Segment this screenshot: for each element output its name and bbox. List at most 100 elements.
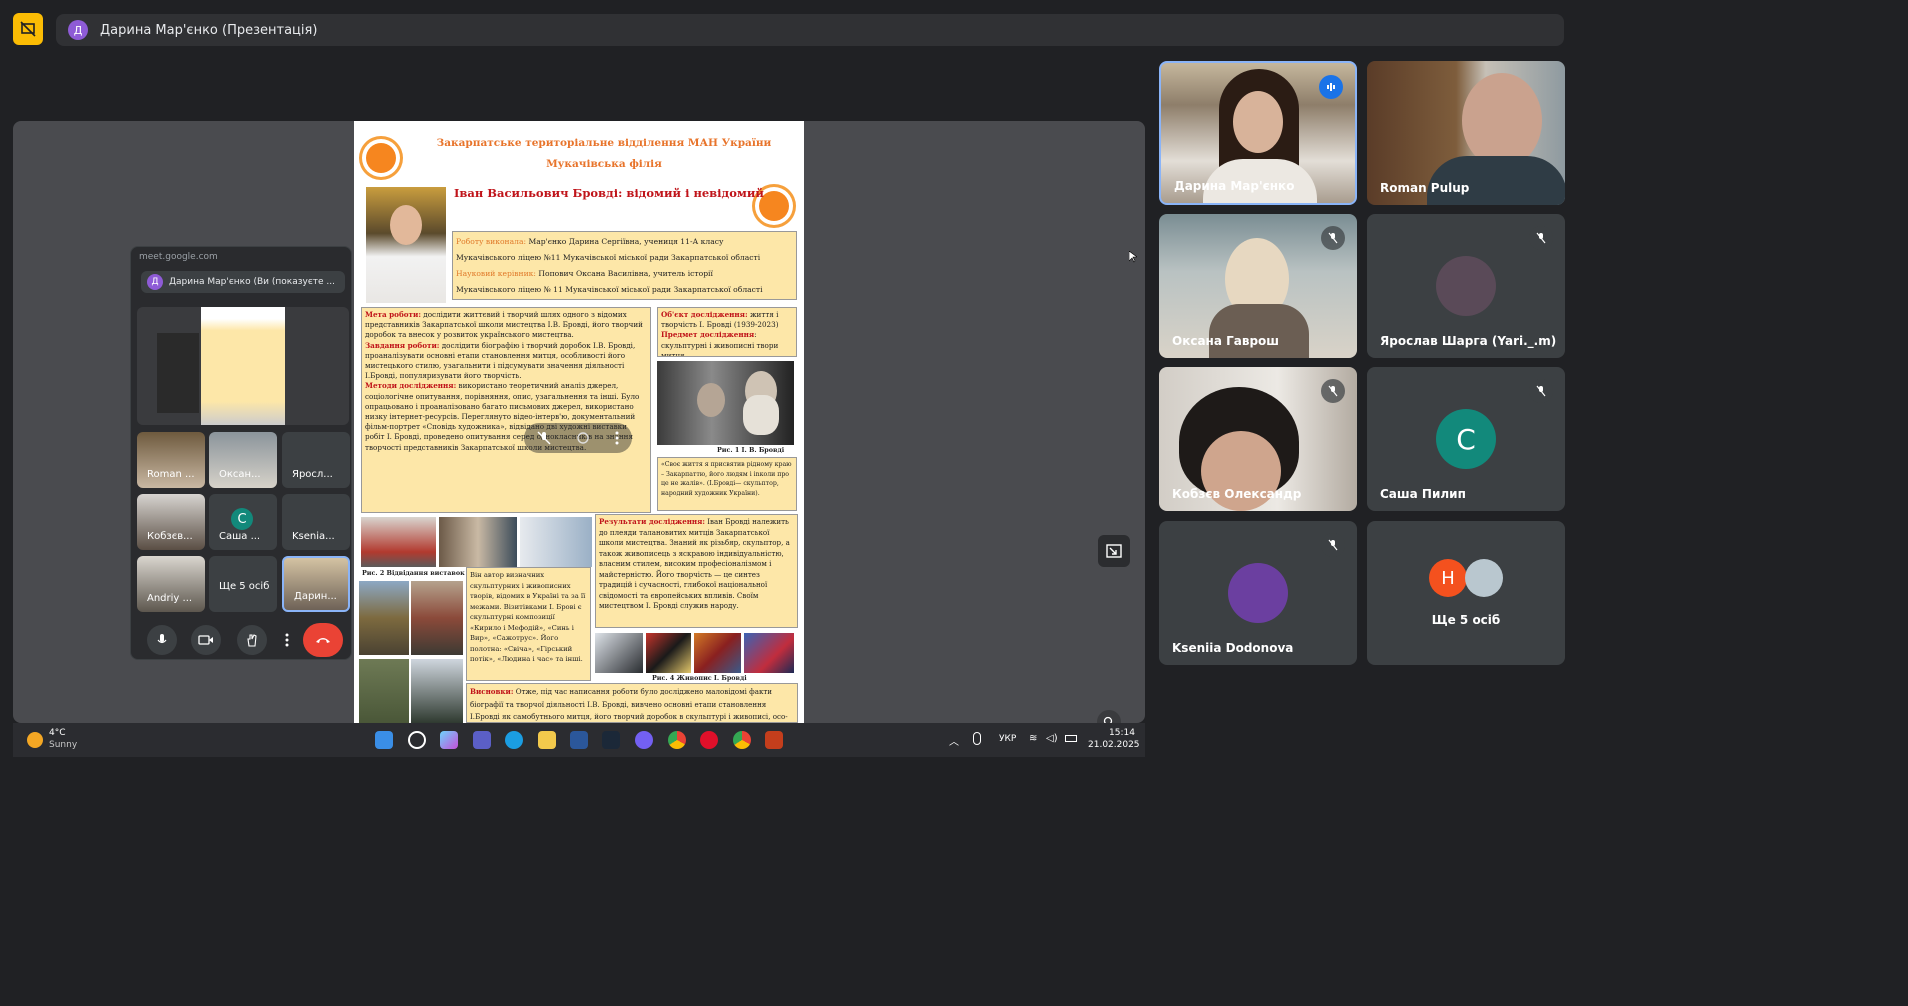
stop-presenting-button[interactable] (13, 13, 43, 45)
tile-more-participants[interactable]: H Ще 5 осіб (1367, 521, 1565, 665)
mic-off-icon[interactable] (537, 431, 551, 445)
picture-in-picture-button[interactable] (1098, 535, 1130, 567)
zoom-button[interactable] (1097, 710, 1121, 723)
copilot-icon[interactable] (440, 731, 458, 749)
pip-icon (1106, 544, 1122, 558)
teams-icon[interactable] (473, 731, 491, 749)
mini-more-button[interactable] (277, 625, 297, 655)
tile-sasha[interactable]: С Саша Пилип (1367, 367, 1565, 511)
chrome-icon[interactable] (668, 731, 686, 749)
end-call-icon (316, 638, 330, 643)
tile-kseniia[interactable]: Kseniia Dodonova (1159, 521, 1357, 665)
participant-name: Дарина Мар'єнко (1174, 179, 1295, 193)
subject-text: Предмет дослідження: скульптурні і живоп… (661, 330, 779, 357)
mini-tile-andriy[interactable]: Andriy ... (137, 556, 205, 612)
slide-title: Іван Васильович Бровді: відомий і невідо… (454, 186, 764, 200)
authors-line: Науковий керівник: Попович Оксана Василі… (456, 269, 713, 278)
participant-name: Кобзєв Олександр (1172, 487, 1302, 501)
mini-tile-roman[interactable]: Roman ... (137, 432, 205, 488)
speaking-indicator-icon (1319, 75, 1343, 99)
wifi-icon[interactable]: ≋ (1029, 733, 1037, 744)
mini-sasha-avatar: С (231, 508, 253, 530)
mini-tile-name: Саша ... (219, 531, 261, 542)
clock-date[interactable]: 21.02.2025 (1088, 740, 1140, 750)
mini-tile-sasha[interactable]: С Саша ... (209, 494, 277, 550)
edge-icon[interactable] (505, 731, 523, 749)
sculpture-photo-4 (411, 659, 463, 723)
muted-icon (1321, 533, 1345, 557)
results-box: Результати дослідження: Іван Бровді нале… (595, 514, 798, 628)
sculpture-photo-3 (359, 659, 409, 723)
aims-box: Мета роботи: дослідити життєвий і творчи… (361, 307, 651, 513)
mini-tile-kseniia[interactable]: Ksenia... (282, 494, 350, 550)
mini-camera-button[interactable] (191, 625, 221, 655)
object-box: Об'єкт дослідження: життя і творчість І.… (657, 307, 797, 357)
muted-icon (1321, 226, 1345, 250)
tile-kobzev[interactable]: Кобзєв Олександр (1159, 367, 1357, 511)
mini-tile-name: Andriy ... (147, 593, 193, 604)
mini-tile-yaroslav[interactable]: Яросл... (282, 432, 350, 488)
more-participants-label: Ще 5 осіб (1431, 613, 1501, 627)
steam-icon[interactable] (602, 731, 620, 749)
tile-oksana[interactable]: Оксана Гаврош (1159, 214, 1357, 358)
fig1-caption: Рис. 1 І. В. Бровді (717, 446, 785, 454)
exhibition-photo-2 (439, 517, 517, 567)
muted-icon (1321, 379, 1345, 403)
mini-mic-button[interactable] (147, 625, 177, 655)
visual-effects-icon[interactable] (576, 431, 590, 445)
volume-icon[interactable]: ◁) (1046, 733, 1058, 744)
search-icon[interactable] (408, 731, 426, 749)
presenter-avatar: Д (68, 20, 88, 40)
tray-chevron-icon[interactable]: ︿ (949, 733, 959, 748)
chrome-active-icon[interactable] (733, 731, 751, 749)
authors-line: Мукачівського ліцею №11 Мукачівської міс… (456, 253, 761, 262)
sasha-avatar: С (1436, 409, 1496, 469)
keyboard-language[interactable]: УКР (999, 734, 1016, 744)
participant-name: Roman Pulup (1380, 181, 1470, 195)
tile-darina[interactable]: Дарина Мар'єнко (1159, 61, 1357, 205)
powerpoint-icon[interactable] (765, 731, 783, 749)
word-icon[interactable] (570, 731, 588, 749)
mini-tile-oksana[interactable]: Оксан... (209, 432, 277, 488)
mini-leave-call-button[interactable] (303, 623, 343, 657)
painting-2 (646, 633, 691, 673)
participant-name: Саша Пилип (1380, 487, 1466, 501)
viber-icon[interactable] (635, 731, 653, 749)
mini-tile-more[interactable]: Ще 5 осіб (209, 556, 277, 612)
mic-icon (157, 634, 167, 644)
battery-icon[interactable] (1065, 735, 1077, 742)
present-off-icon (20, 21, 36, 37)
authors-line: Мукачівського ліцею № 11 Мукачівської мі… (456, 285, 763, 294)
mini-tile-name: Ksenia... (292, 531, 335, 542)
slide-overlay-controls[interactable] (524, 423, 632, 453)
mini-tile-kobzev[interactable]: Кобзєв... (137, 494, 205, 550)
participant-name: Ярослав Шарга (Yari._.m) (1380, 334, 1557, 348)
explorer-icon[interactable] (538, 731, 556, 749)
mini-presentation-chip[interactable]: Д Дарина Мар'єнко (Ви (показуєте ... (141, 271, 345, 293)
opera-icon[interactable] (700, 731, 718, 749)
authors-box: Роботу виконала: Мар'єнко Дарина Сергіїв… (452, 231, 797, 300)
clock-time[interactable]: 15:14 (1109, 728, 1135, 738)
tile-yaroslav[interactable]: Ярослав Шарга (Yari._.m) (1367, 214, 1565, 358)
zoom-in-icon (1103, 716, 1113, 723)
mini-meet-window[interactable]: meet.google.com Д Дарина Мар'єнко (Ви (п… (130, 246, 352, 660)
fig2-caption: Рис. 2 Відвідання виставок (362, 569, 465, 577)
object-text: Об'єкт дослідження: життя і творчість І.… (661, 310, 779, 330)
tile-roman[interactable]: Roman Pulup (1367, 61, 1565, 205)
mini-raise-hand-button[interactable] (237, 625, 267, 655)
mouse-cursor-icon (1129, 251, 1137, 263)
presentation-chip[interactable]: Д Дарина Мар'єнко (Презентація) (56, 14, 1564, 46)
tasks-text: Завдання роботи: дослідити біографію і т… (365, 340, 636, 381)
fig4-caption: Рис. 4 Живопис І. Бровді (652, 674, 747, 682)
authors-line: Роботу виконала: Мар'єнко Дарина Сергіїв… (456, 237, 724, 246)
sculpture-photo-1 (359, 581, 409, 655)
mini-tile-darina[interactable]: Дарин... (282, 556, 350, 612)
tray-mic-icon[interactable] (973, 732, 981, 745)
start-icon[interactable] (375, 731, 393, 749)
painting-4 (744, 633, 794, 673)
mini-tile-name: Roman ... (147, 469, 195, 480)
more-vert-icon[interactable] (615, 431, 619, 445)
conclusions-box: Висновки: Отже, під час написання роботи… (466, 683, 798, 723)
weather-temp: 4°C (49, 728, 66, 738)
more-vert-icon (285, 633, 289, 647)
